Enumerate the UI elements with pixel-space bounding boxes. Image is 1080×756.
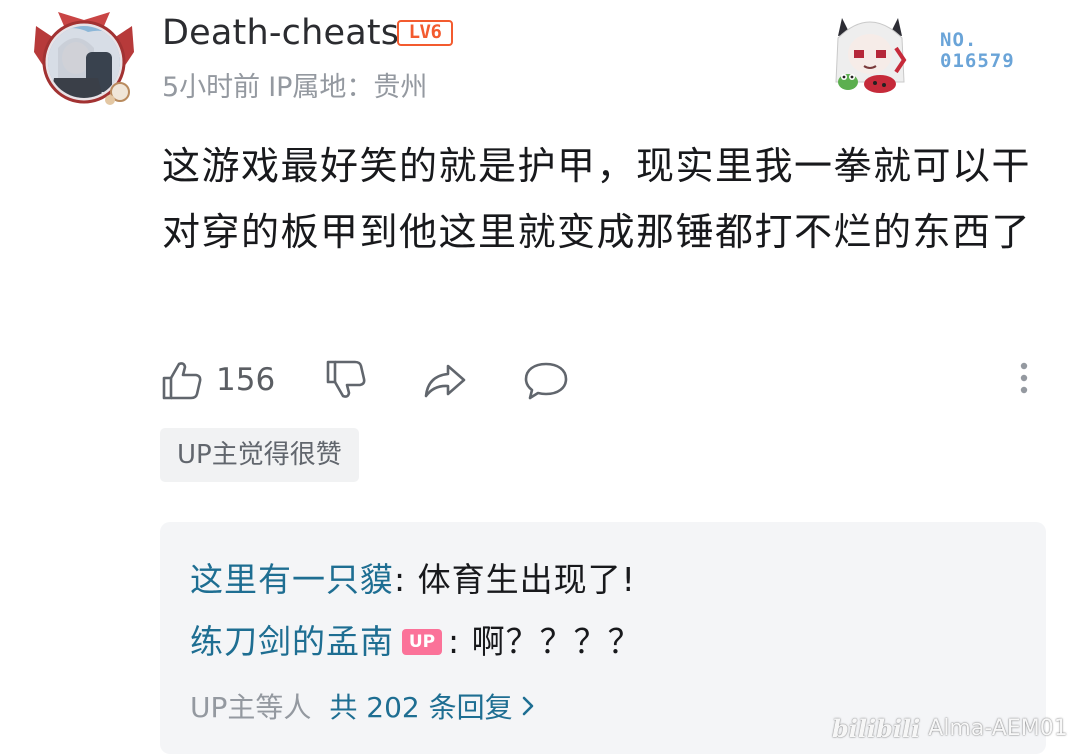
up-liked-tag: UP主觉得很赞 — [160, 428, 359, 482]
reply-item[interactable]: 这里有一只貘: 体育生出现了! — [190, 558, 636, 602]
more-options-button[interactable] — [1012, 358, 1036, 402]
dislike-button[interactable] — [324, 352, 368, 408]
comment-time: 5小时前 — [162, 72, 261, 103]
comment-content: 这游戏最好笑的就是护甲，现实里我一拳就可以干对穿的板甲到他这里就变成那锤都打不烂… — [162, 144, 1032, 254]
ip-location: IP属地：贵州 — [268, 72, 428, 103]
thumbs-down-icon — [326, 360, 366, 398]
reply-text: : 啊？？？？ — [448, 622, 642, 661]
watermark-user: Alma-AEM01 — [928, 715, 1068, 741]
fan-card-number: NO. 016579 — [940, 30, 1015, 72]
reply-author[interactable]: 练刀剑的孟南 — [190, 622, 394, 661]
level-badge: LV6 — [397, 20, 453, 46]
comment-meta: 5小时前 IP属地：贵州 — [162, 68, 427, 108]
share-button[interactable] — [422, 352, 468, 408]
user-avatar[interactable] — [28, 8, 140, 112]
reply-text: : 体育生出现了! — [394, 560, 636, 599]
watermark: bilibili Alma-AEM01 — [832, 708, 1068, 748]
fan-card-number-value: 016579 — [940, 50, 1015, 72]
view-all-replies-link[interactable]: UP主等人共 202 条回复 — [190, 686, 537, 731]
up-badge: UP — [402, 628, 442, 655]
more-vertical-icon — [1020, 362, 1028, 394]
fan-card-image[interactable] — [820, 8, 920, 94]
fan-card-character-icon — [835, 18, 907, 93]
like-count: 156 — [216, 362, 276, 398]
replies-summary-total: 共 202 条回复 — [329, 691, 513, 724]
like-button[interactable]: 156 — [160, 352, 275, 408]
thumbs-up-icon — [162, 362, 202, 400]
reply-author[interactable]: 这里有一只貘 — [190, 560, 394, 599]
reply-button[interactable] — [522, 352, 570, 408]
replies-summary-who: UP主等人 — [190, 691, 312, 724]
comment-icon — [524, 362, 568, 400]
chevron-right-icon — [519, 687, 537, 731]
avatar-frame-icon — [34, 12, 134, 105]
bilibili-logo: bilibili — [832, 713, 921, 743]
username[interactable]: Death-cheats — [162, 12, 399, 54]
share-icon — [424, 364, 466, 398]
reply-item[interactable]: 练刀剑的孟南 UP: 啊？？？？ — [190, 620, 642, 664]
fan-card-number-label: NO. — [940, 29, 978, 51]
